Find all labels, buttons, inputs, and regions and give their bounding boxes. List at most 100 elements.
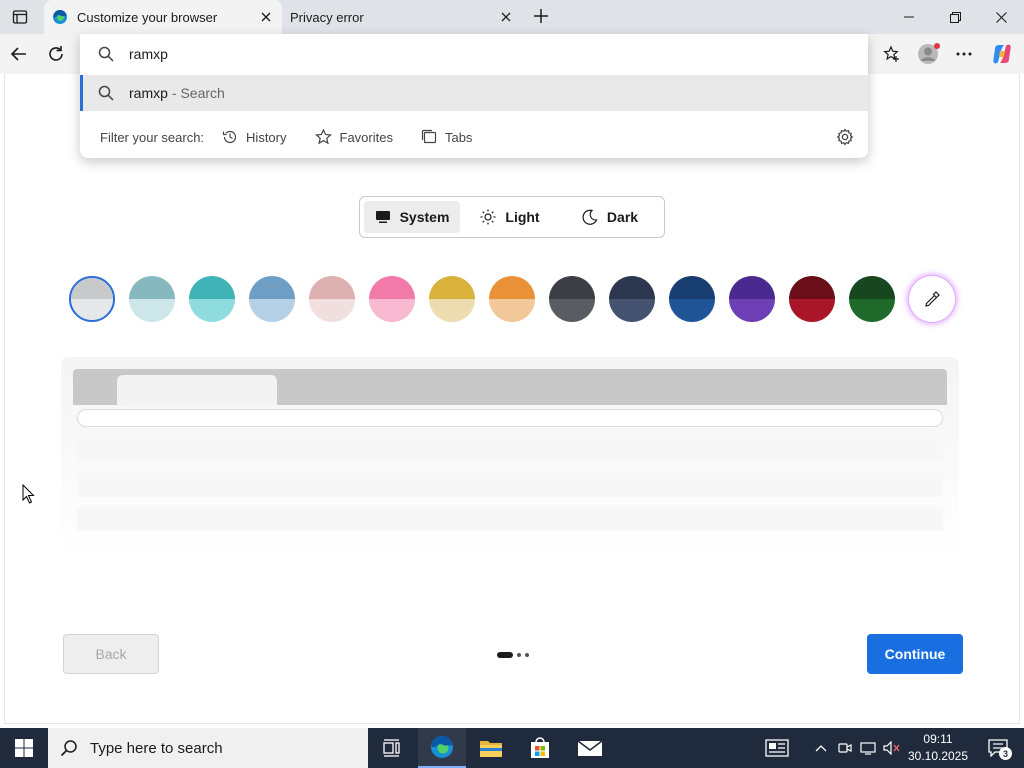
swatch-top	[429, 276, 475, 299]
close-tab-icon[interactable]	[256, 7, 276, 27]
address-input[interactable]	[129, 46, 729, 62]
color-swatch[interactable]	[69, 276, 115, 322]
filter-favorites[interactable]: Favorites	[314, 129, 393, 145]
volume-muted-icon[interactable]	[881, 728, 903, 768]
edge-icon	[52, 9, 68, 25]
notification-center-icon[interactable]: 3	[978, 728, 1018, 768]
suggestion-suffix: - Search	[171, 85, 225, 101]
news-widget-icon[interactable]	[760, 728, 794, 768]
task-view-icon[interactable]	[368, 728, 416, 768]
theme-option-system[interactable]: System	[364, 201, 460, 233]
swatch-top	[369, 276, 415, 299]
theme-preview	[61, 357, 959, 561]
filter-tabs[interactable]: Tabs	[421, 129, 472, 145]
meet-now-icon[interactable]	[835, 728, 855, 768]
more-options-icon[interactable]	[949, 39, 979, 69]
network-icon[interactable]	[858, 728, 878, 768]
swatch-bottom	[309, 299, 355, 322]
window-close-icon[interactable]	[978, 0, 1024, 34]
theme-option-label: Light	[505, 209, 540, 225]
swatch-bottom	[129, 299, 175, 322]
color-swatch[interactable]	[189, 276, 235, 322]
history-icon	[222, 130, 237, 144]
swatch-bottom	[729, 299, 775, 322]
mouse-cursor-icon	[22, 483, 36, 504]
custom-color-picker[interactable]	[909, 276, 955, 322]
clock-time: 09:11	[923, 732, 953, 746]
file-explorer-icon[interactable]	[467, 728, 515, 768]
color-swatch[interactable]	[669, 276, 715, 322]
taskbar-search-box[interactable]: Type here to search	[48, 728, 368, 768]
copilot-icon[interactable]	[987, 39, 1017, 69]
tab-customize-browser[interactable]: Customize your browser	[44, 0, 282, 34]
color-swatch[interactable]	[369, 276, 415, 322]
swatch-top	[669, 276, 715, 299]
color-swatch[interactable]	[489, 276, 535, 322]
minimize-icon[interactable]	[886, 0, 932, 34]
preview-address-bar	[77, 409, 943, 427]
search-filter-bar: Filter your search: History Favorites Ta…	[80, 122, 868, 152]
color-swatch[interactable]	[249, 276, 295, 322]
search-icon	[98, 46, 114, 62]
taskbar: Type here to search 09:11 30.10.2025 3	[0, 728, 1024, 768]
clock-date: 30.10.2025	[907, 749, 969, 763]
color-swatch[interactable]	[429, 276, 475, 322]
swatch-top	[789, 276, 835, 299]
new-tab-icon[interactable]	[530, 5, 552, 27]
tab-actions-icon[interactable]	[8, 6, 32, 28]
swatch-bottom	[369, 299, 415, 322]
swatch-bottom	[609, 299, 655, 322]
microsoft-store-icon[interactable]	[516, 728, 564, 768]
tab-privacy-error[interactable]: Privacy error	[282, 0, 522, 34]
continue-button[interactable]: Continue	[867, 634, 963, 674]
gear-icon[interactable]	[834, 126, 856, 148]
back-arrow-icon[interactable]	[4, 39, 34, 69]
color-swatch[interactable]	[309, 276, 355, 322]
swatch-bottom	[429, 299, 475, 322]
swatch-bottom	[71, 299, 113, 320]
system-clock[interactable]: 09:11 30.10.2025	[906, 731, 970, 765]
swatch-top	[849, 276, 895, 299]
color-swatches	[69, 274, 969, 324]
preview-content-line	[77, 473, 943, 497]
back-button[interactable]: Back	[63, 634, 159, 674]
swatch-bottom	[669, 299, 715, 322]
color-swatch[interactable]	[609, 276, 655, 322]
color-swatch[interactable]	[549, 276, 595, 322]
filter-history[interactable]: History	[222, 129, 287, 145]
search-icon	[60, 740, 77, 757]
mail-icon[interactable]	[566, 728, 614, 768]
tab-title: Customize your browser	[77, 9, 218, 25]
windows-start-icon[interactable]	[0, 728, 48, 768]
swatch-bottom	[249, 299, 295, 322]
sun-icon	[480, 209, 496, 225]
swatch-top	[71, 278, 113, 299]
swatch-top	[549, 276, 595, 299]
swatch-top	[189, 276, 235, 299]
swatch-top	[309, 276, 355, 299]
close-tab-icon[interactable]	[496, 7, 516, 27]
refresh-icon[interactable]	[41, 39, 71, 69]
show-hidden-icons-chevron-icon[interactable]	[810, 728, 832, 768]
theme-option-light[interactable]: Light	[460, 201, 560, 233]
color-swatch[interactable]	[729, 276, 775, 322]
search-suggestion[interactable]: ramxp - Search	[80, 75, 868, 111]
step-dot	[525, 653, 529, 657]
theme-mode-selector: System Light Dark	[359, 196, 665, 238]
step-dot-active	[497, 652, 513, 658]
chip-label: History	[246, 129, 287, 145]
taskbar-edge-icon[interactable]	[418, 728, 466, 768]
restore-icon[interactable]	[932, 0, 978, 34]
swatch-top	[609, 276, 655, 299]
favorites-icon[interactable]	[877, 39, 907, 69]
color-swatch[interactable]	[129, 276, 175, 322]
theme-option-dark[interactable]: Dark	[560, 201, 660, 233]
color-swatch[interactable]	[789, 276, 835, 322]
color-swatch[interactable]	[849, 276, 895, 322]
swatch-bottom	[849, 299, 895, 322]
preview-tab-strip	[73, 369, 947, 405]
eyedropper-icon	[925, 291, 940, 307]
profile-avatar-icon[interactable]	[913, 39, 943, 69]
theme-option-label: Dark	[606, 209, 639, 225]
swatch-bottom	[549, 299, 595, 322]
